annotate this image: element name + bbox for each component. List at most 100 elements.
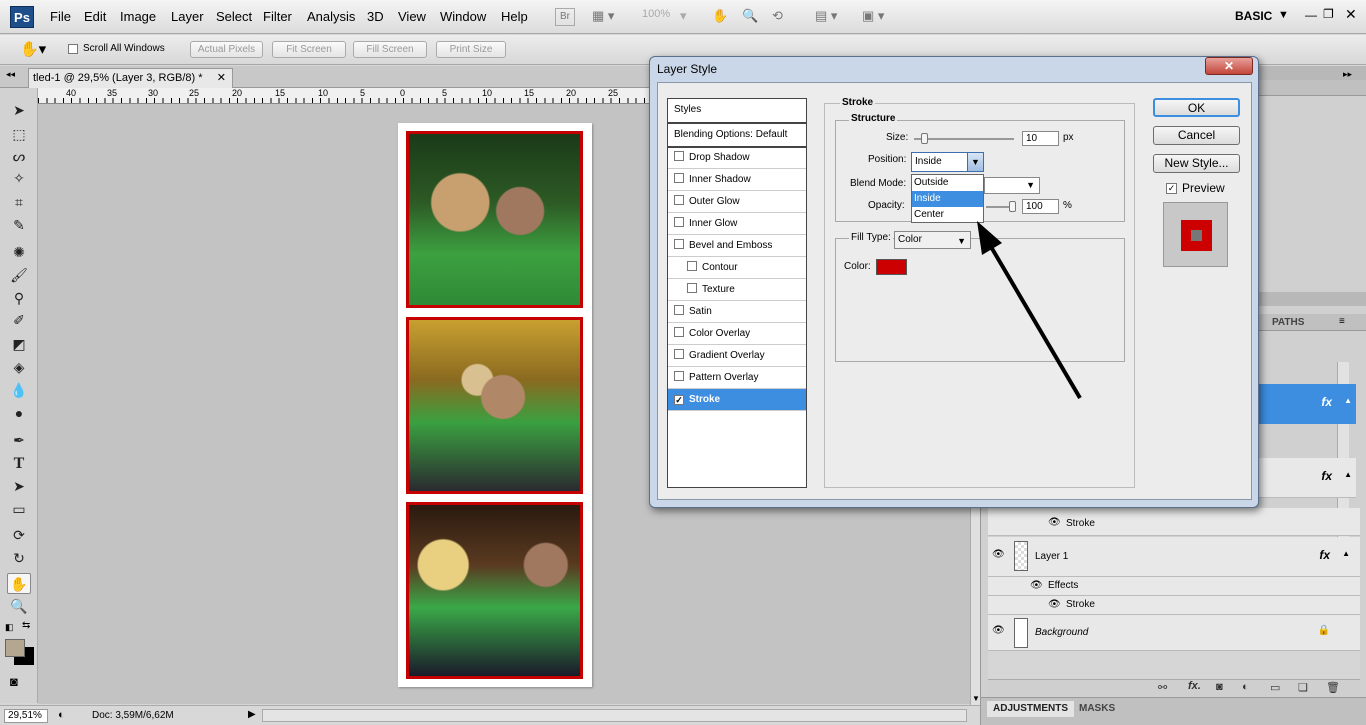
fx-icon[interactable]: fx [1321, 395, 1332, 409]
blending-options[interactable]: Blending Options: Default [668, 124, 806, 148]
checkbox[interactable] [674, 371, 684, 381]
quick-mask-icon[interactable]: ◙ [10, 674, 18, 689]
chevron-down-icon[interactable]: ▼ [967, 153, 983, 171]
actual-pixels-button[interactable]: Actual Pixels [190, 41, 263, 58]
layer-effect-stroke[interactable]: 👁 Stroke [988, 596, 1360, 615]
eye-icon[interactable]: 👁 [1048, 517, 1061, 528]
expand-arrow-icon[interactable]: ▲ [1342, 549, 1350, 558]
lasso-tool-icon[interactable]: ᔕ [7, 146, 31, 167]
blend-mode-select[interactable]: ▼ [984, 177, 1040, 194]
effect-inner-glow[interactable]: Inner Glow [668, 213, 806, 235]
effect-texture[interactable]: Texture [668, 279, 806, 301]
workspace-dropdown-icon[interactable]: ▼ [1278, 9, 1289, 21]
expand-arrow-icon[interactable]: ▲ [1344, 396, 1352, 405]
delete-layer-icon[interactable]: 🗑 [1326, 681, 1340, 694]
eye-icon[interactable]: 👁 [1030, 580, 1043, 591]
crop-tool-icon[interactable]: ⌗ [7, 192, 31, 213]
arrange-documents-icon[interactable]: ▤ ▾ [815, 8, 837, 26]
layer-effects-group[interactable]: 👁 Effects [988, 577, 1360, 596]
rectangle-tool-icon[interactable]: ▭ [7, 499, 31, 520]
eyedropper-icon[interactable]: ✎ [7, 215, 31, 236]
preview-checkbox[interactable]: ✓ [1166, 181, 1182, 194]
effect-contour[interactable]: Contour [668, 257, 806, 279]
status-info-icon[interactable]: ◐ [58, 709, 65, 721]
new-layer-icon[interactable]: ❏ [1298, 681, 1308, 694]
chevron-down-icon[interactable]: ▼ [1026, 179, 1035, 192]
rotate-view-icon[interactable]: ⟲ [772, 8, 783, 26]
panel-menu-icon[interactable]: ≡ [1339, 316, 1345, 327]
link-layers-icon[interactable]: ⚯ [1158, 681, 1167, 694]
hand-tool-icon[interactable]: ✋ [7, 573, 31, 594]
position-option-outside[interactable]: Outside [912, 175, 983, 191]
effect-stroke[interactable]: ✓ Stroke [668, 389, 806, 411]
history-brush-icon[interactable]: ✐ [7, 310, 31, 331]
menu-help[interactable]: Help [501, 9, 528, 24]
eraser-tool-icon[interactable]: ◩ [7, 334, 31, 355]
effect-inner-shadow[interactable]: Inner Shadow [668, 169, 806, 191]
move-tool-icon[interactable]: ➤ [7, 100, 31, 121]
view-extras-icon[interactable]: ▦ ▾ [592, 8, 614, 26]
ok-button[interactable]: OK [1153, 98, 1240, 117]
cancel-button[interactable]: Cancel [1153, 126, 1240, 145]
foreground-color-swatch[interactable] [5, 639, 25, 657]
bridge-button[interactable]: Br [555, 8, 575, 26]
checkbox[interactable] [674, 327, 684, 337]
menu-select[interactable]: Select [216, 9, 252, 24]
adjustment-layer-icon[interactable]: ◐ [1242, 681, 1249, 693]
layer-row-selected[interactable]: fx ▲ [1250, 384, 1356, 424]
size-input[interactable]: 10 [1022, 131, 1059, 146]
menu-3d[interactable]: 3D [367, 9, 384, 24]
layer-effect-stroke[interactable]: 👁 Stroke [988, 508, 1360, 536]
pen-tool-icon[interactable]: ✒ [7, 430, 31, 451]
brush-tool-icon[interactable]: 🖌 [7, 265, 31, 286]
fx-icon[interactable]: fx [1321, 469, 1332, 483]
styles-header[interactable]: Styles [668, 99, 806, 124]
checkbox-checked[interactable]: ✓ [674, 395, 684, 405]
menu-filter[interactable]: Filter [263, 9, 292, 24]
size-slider[interactable] [914, 138, 1014, 140]
effect-gradient-overlay[interactable]: Gradient Overlay [668, 345, 806, 367]
layer-row-background[interactable]: 👁 Background 🔒 [988, 615, 1360, 651]
hand-tool-icon[interactable]: ✋ [712, 8, 728, 26]
close-tab-icon[interactable]: ✕ [217, 69, 226, 87]
default-colors-icon[interactable]: ◧ [5, 622, 14, 633]
eye-icon[interactable]: 👁 [992, 549, 1005, 560]
zoom-field[interactable]: 29,51% [4, 709, 48, 723]
position-select[interactable]: Inside ▼ [911, 152, 984, 172]
restore-icon[interactable]: ❐ [1323, 7, 1334, 21]
checkbox[interactable] [674, 195, 684, 205]
close-icon[interactable]: ✕ [1345, 6, 1357, 23]
zoom-tool-icon[interactable]: 🔍 [742, 8, 758, 26]
zoom-dropdown-icon[interactable]: ▾ [680, 8, 687, 26]
stroke-color-swatch[interactable] [876, 259, 907, 275]
path-selection-icon[interactable]: ➤ [7, 476, 31, 497]
clone-stamp-icon[interactable]: ⚲ [7, 288, 31, 309]
3d-orbit-icon[interactable]: ↻ [7, 548, 31, 569]
menu-edit[interactable]: Edit [84, 9, 106, 24]
zoom-tool-icon[interactable]: 🔍 [7, 596, 31, 617]
checkbox[interactable] [674, 151, 684, 161]
checkbox[interactable] [674, 173, 684, 183]
tab-paths[interactable]: PATHS [1266, 315, 1310, 331]
menu-file[interactable]: File [50, 9, 71, 24]
checkbox[interactable] [674, 349, 684, 359]
layer-row[interactable]: fx ▲ [1250, 458, 1356, 498]
menu-analysis[interactable]: Analysis [307, 9, 355, 24]
screen-mode-icon[interactable]: ▣ ▾ [862, 8, 884, 26]
document-tab[interactable]: tled-1 @ 29,5% (Layer 3, RGB/8) * ✕ [28, 68, 233, 88]
effect-pattern-overlay[interactable]: Pattern Overlay [668, 367, 806, 389]
layer-row-layer1[interactable]: 👁 Layer 1 fx ▲ [988, 537, 1360, 577]
hand-tool-preset-icon[interactable]: ✋▾ [20, 40, 46, 58]
tab-adjustments[interactable]: ADJUSTMENTS [987, 701, 1075, 717]
new-group-icon[interactable]: ▭ [1270, 681, 1280, 694]
print-size-button[interactable]: Print Size [436, 41, 506, 58]
status-menu-arrow-icon[interactable]: ▶ [248, 709, 256, 720]
fit-screen-button[interactable]: Fit Screen [272, 41, 346, 58]
effect-outer-glow[interactable]: Outer Glow [668, 191, 806, 213]
effect-drop-shadow[interactable]: Drop Shadow [668, 147, 806, 169]
menu-image[interactable]: Image [120, 9, 156, 24]
panel-collapse-icon[interactable]: ▸▸ [1343, 69, 1352, 80]
expand-arrow-icon[interactable]: ▲ [1344, 470, 1352, 479]
dialog-close-icon[interactable]: ✕ [1205, 57, 1253, 75]
size-slider-thumb[interactable] [921, 133, 928, 144]
